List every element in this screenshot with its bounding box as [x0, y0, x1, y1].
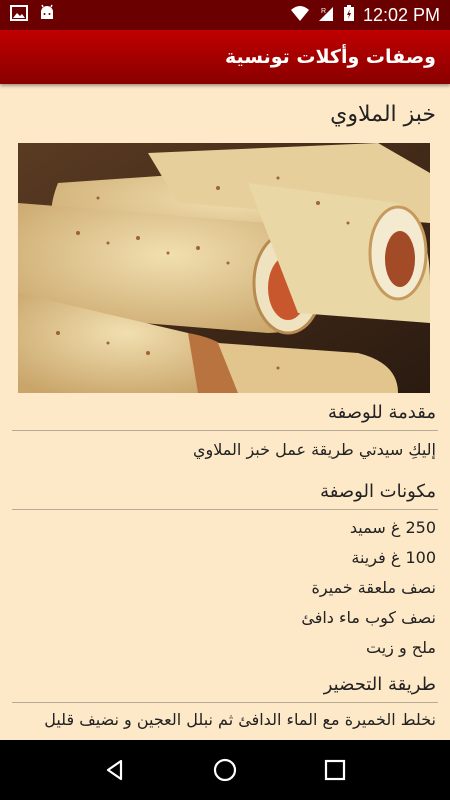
- ingredients-heading: مكونات الوصفة: [320, 481, 436, 502]
- app-title: وصفات وأكلات تونسية: [225, 46, 436, 68]
- preparation-heading: طريقة التحضير: [323, 674, 436, 695]
- ingredient-item: 100 غ فرينة: [351, 548, 436, 567]
- intro-text: إليكِ سيدتي طريقة عمل خبز الملاوي: [193, 440, 436, 459]
- battery-icon: [343, 4, 355, 27]
- back-icon: [106, 759, 123, 781]
- back-button[interactable]: [95, 750, 135, 790]
- intro-section: مقدمة للوصفة إليكِ سيدتي طريقة عمل خبز ا…: [0, 402, 450, 465]
- intro-heading: مقدمة للوصفة: [328, 402, 436, 423]
- recipe-title: خبز الملاوي: [330, 102, 436, 127]
- recents-icon: [324, 759, 346, 781]
- nav-bar: [0, 740, 450, 800]
- divider: [12, 702, 438, 703]
- divider: [12, 430, 438, 431]
- ingredient-item: نصف ملعقة خميرة: [311, 578, 437, 597]
- ingredient-item: نصف كوب ماء دافئ: [301, 608, 436, 627]
- ingredients-section: مكونات الوصفة 250 غ سميد 100 غ فرينة نصف…: [0, 481, 450, 663]
- svg-text:R: R: [321, 8, 326, 15]
- image-icon: [10, 5, 28, 25]
- wifi-icon: [290, 5, 309, 26]
- recipe-content[interactable]: خبز الملاوي مقدمة للوصفة إليكِ سيدتي طري…: [0, 84, 450, 740]
- home-button[interactable]: [205, 750, 245, 790]
- ingredient-item: 250 غ سميد: [349, 518, 436, 537]
- status-bar: R 12:02 PM: [0, 0, 450, 30]
- ingredient-item: ملح و زيت: [366, 638, 436, 657]
- preparation-text: نخلط الخميرة مع الماء الدافئ ثم نبلل الع…: [44, 710, 436, 729]
- recipe-photo: [18, 143, 430, 393]
- status-time: 12:02 PM: [362, 4, 440, 25]
- recents-button[interactable]: [315, 750, 355, 790]
- preparation-section: طريقة التحضير نخلط الخميرة مع الماء الدا…: [0, 674, 450, 735]
- signal-icon: R: [317, 5, 335, 26]
- app-bar: وصفات وأكلات تونسية: [0, 30, 450, 84]
- home-icon: [213, 758, 237, 782]
- divider: [12, 509, 438, 510]
- android-icon: [38, 4, 56, 26]
